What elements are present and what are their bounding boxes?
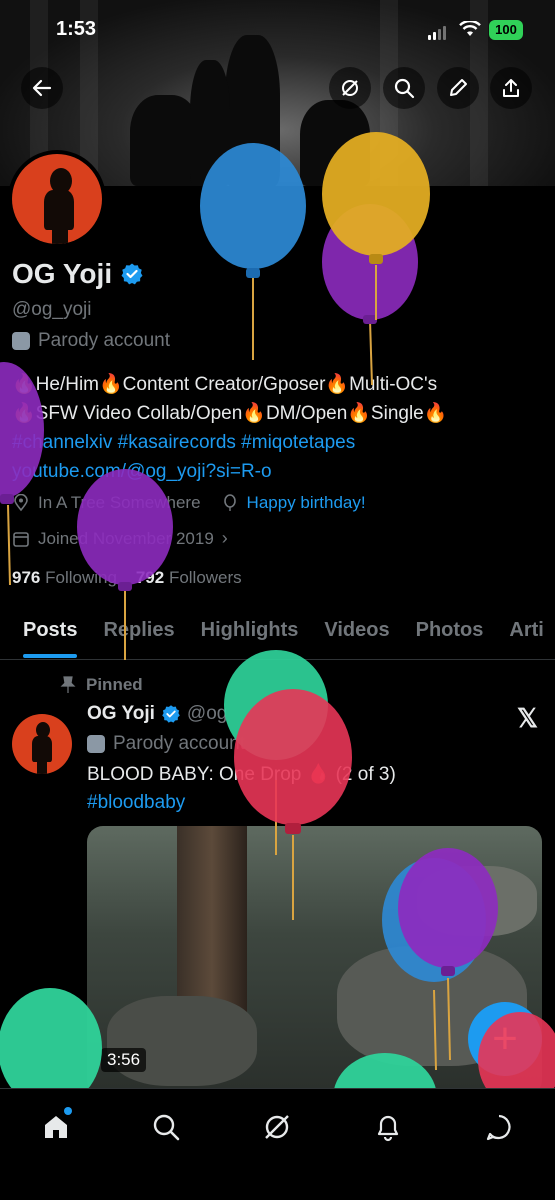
home-notification-dot [64,1107,72,1115]
nav-home[interactable] [36,1107,76,1147]
balloon-red [234,689,352,920]
nav-notifications[interactable] [368,1107,408,1147]
nav-grok[interactable] [257,1107,297,1147]
nav-messages[interactable] [479,1107,519,1147]
grok-nav-icon [265,1115,289,1139]
balloon-blue [200,143,306,360]
explore-icon [153,1114,180,1141]
balloon-purple-left [0,362,44,586]
celebration-balloons [0,132,555,1143]
nav-explore[interactable] [146,1107,186,1147]
home-icon [45,1116,67,1138]
balloon-purple-mid [77,469,173,660]
notifications-icon [377,1115,399,1142]
bottom-navigation [0,1088,555,1200]
messages-icon [486,1114,511,1141]
